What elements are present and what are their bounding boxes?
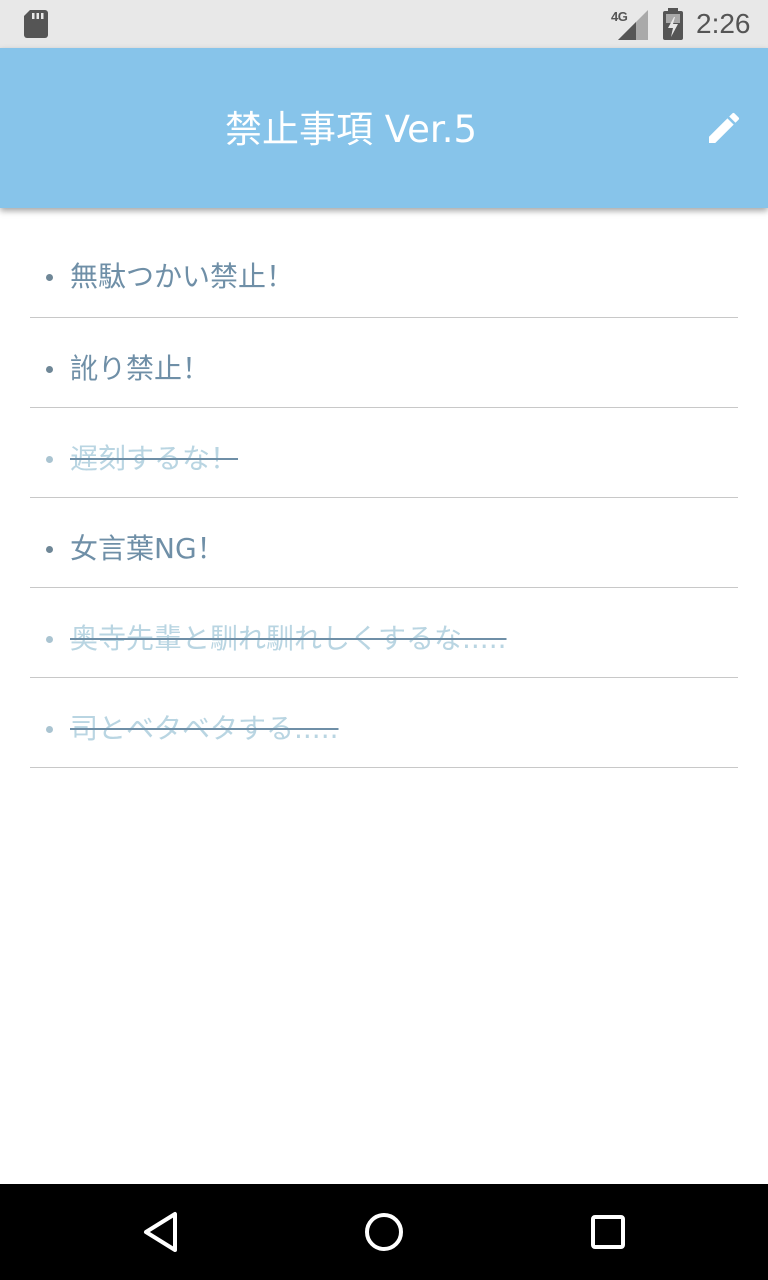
back-triangle-icon[interactable] <box>130 1202 190 1262</box>
pencil-icon <box>709 112 740 143</box>
sd-card-icon <box>24 10 48 38</box>
rule-text: 女言葉NG！ <box>70 532 225 565</box>
bullet-icon <box>46 274 53 281</box>
bullet-icon <box>46 366 53 373</box>
app-bar: 禁止事項 Ver.5 <box>0 48 768 208</box>
battery-charging-icon <box>663 8 683 40</box>
cell-signal-icon <box>618 10 648 40</box>
bullet-icon <box>46 726 53 733</box>
home-circle-icon[interactable] <box>354 1202 414 1262</box>
list-item[interactable]: 遅刻するな！ <box>30 408 738 498</box>
navigation-bar <box>0 1184 768 1280</box>
bullet-icon <box>46 456 53 463</box>
rule-text: 奥寺先輩と馴れ馴れしくするな..... <box>70 622 507 655</box>
status-clock: 2:26 <box>696 8 751 39</box>
list-item[interactable]: 女言葉NG！ <box>30 498 738 588</box>
list-item[interactable]: 司とベタベタする..... <box>30 678 738 768</box>
recents-square-icon[interactable] <box>578 1202 638 1262</box>
rule-text: 遅刻するな！ <box>70 442 239 475</box>
list-item[interactable]: 訛り禁止！ <box>30 318 738 408</box>
edit-button[interactable] <box>692 96 756 160</box>
bullet-icon <box>46 636 53 643</box>
bullet-icon <box>46 546 53 553</box>
rule-text: 無駄つかい禁止！ <box>70 260 295 293</box>
rule-text: 訛り禁止！ <box>70 352 211 385</box>
status-bar: 4G 2:26 <box>0 0 768 48</box>
rule-list: 無駄つかい禁止！ 訛り禁止！ 遅刻するな！ 女言葉NG！ 奥寺先輩と馴れ馴れしく… <box>0 208 768 768</box>
list-item[interactable]: 無駄つかい禁止！ <box>30 208 738 318</box>
rule-text: 司とベタベタする..... <box>70 712 339 745</box>
page-title: 禁止事項 Ver.5 <box>224 108 478 151</box>
list-item[interactable]: 奥寺先輩と馴れ馴れしくするな..... <box>30 588 738 678</box>
